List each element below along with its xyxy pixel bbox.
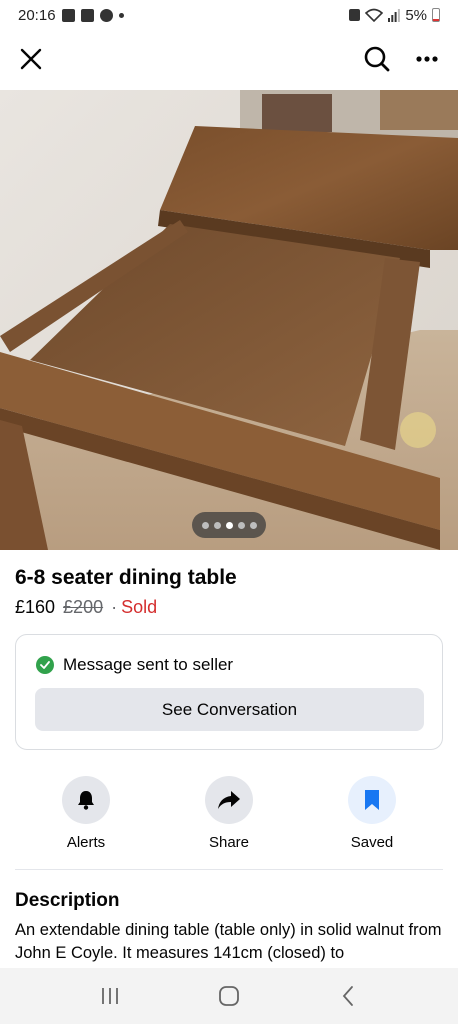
carousel-dot[interactable] — [249, 521, 257, 529]
back-chevron-icon — [343, 986, 354, 1006]
saved-button[interactable]: Saved — [322, 776, 422, 851]
price-separator: · — [111, 597, 118, 617]
sold-status: Sold — [121, 597, 158, 617]
bookmark-icon — [365, 790, 379, 810]
saved-circle[interactable] — [348, 776, 396, 824]
see-conversation-button[interactable]: See Conversation — [35, 688, 424, 731]
signal-icon — [388, 8, 401, 22]
battery-icon — [432, 8, 440, 22]
search-icon — [364, 46, 390, 72]
share-label: Share — [208, 834, 250, 851]
more-dots-icon — [416, 56, 438, 62]
saved-label: Saved — [350, 834, 394, 851]
alerts-label: Alerts — [66, 834, 106, 851]
share-arrow-icon — [218, 791, 240, 809]
status-left: 20:16 — [18, 7, 124, 24]
more-options-button[interactable] — [412, 44, 442, 74]
action-bar: Alerts Share Saved — [0, 776, 458, 856]
listing-photo[interactable] — [0, 90, 458, 550]
clock: 20:16 — [18, 6, 56, 24]
battery-percent: 5% — [405, 6, 427, 24]
alerts-circle[interactable] — [62, 776, 110, 824]
original-price: £200 — [63, 597, 104, 617]
close-button[interactable] — [16, 44, 46, 74]
wifi-icon — [365, 8, 384, 22]
carousel-dot[interactable] — [237, 521, 245, 529]
system-nav-bar — [0, 968, 458, 1024]
recent-apps-button[interactable] — [90, 976, 130, 1016]
gallery-notification-icon — [61, 8, 75, 22]
carousel-dot[interactable] — [201, 521, 209, 529]
top-nav — [0, 34, 458, 84]
recent-apps-icon — [101, 988, 118, 1004]
carousel-dot[interactable] — [213, 521, 221, 529]
home-button[interactable] — [209, 976, 249, 1016]
carousel-dot-active[interactable] — [225, 521, 233, 529]
alarm-icon — [349, 9, 361, 21]
message-status-row: Message sent to seller — [36, 655, 233, 675]
home-icon — [219, 986, 239, 1006]
share-circle[interactable] — [205, 776, 253, 824]
close-icon — [20, 48, 42, 70]
check-circle-icon — [36, 656, 54, 674]
price: £160 — [15, 597, 56, 617]
share-button[interactable]: Share — [179, 776, 279, 851]
more-notifications-icon — [118, 12, 124, 18]
alert-notification-icon — [80, 8, 94, 22]
back-button[interactable] — [328, 976, 368, 1016]
price-row: £160 £200 · Sold — [15, 597, 157, 618]
status-bar: 20:16 5% — [0, 0, 458, 30]
search-button[interactable] — [362, 44, 392, 74]
description-heading: Description — [15, 890, 120, 911]
bell-icon — [78, 791, 94, 810]
description-text: An extendable dining table (table only) … — [15, 921, 442, 962]
dining-table-image — [0, 90, 458, 550]
nav-actions — [362, 44, 442, 74]
section-divider — [15, 869, 443, 870]
alerts-button[interactable]: Alerts — [36, 776, 136, 851]
chrome-notification-icon — [99, 8, 113, 22]
message-status-text: Message sent to seller — [63, 655, 234, 674]
listing-title: 6-8 seater dining table — [15, 566, 237, 589]
message-sent-card: Message sent to seller See Conversation — [15, 634, 443, 750]
photo-carousel-indicator[interactable] — [192, 512, 266, 538]
status-right: 5% — [349, 7, 440, 24]
